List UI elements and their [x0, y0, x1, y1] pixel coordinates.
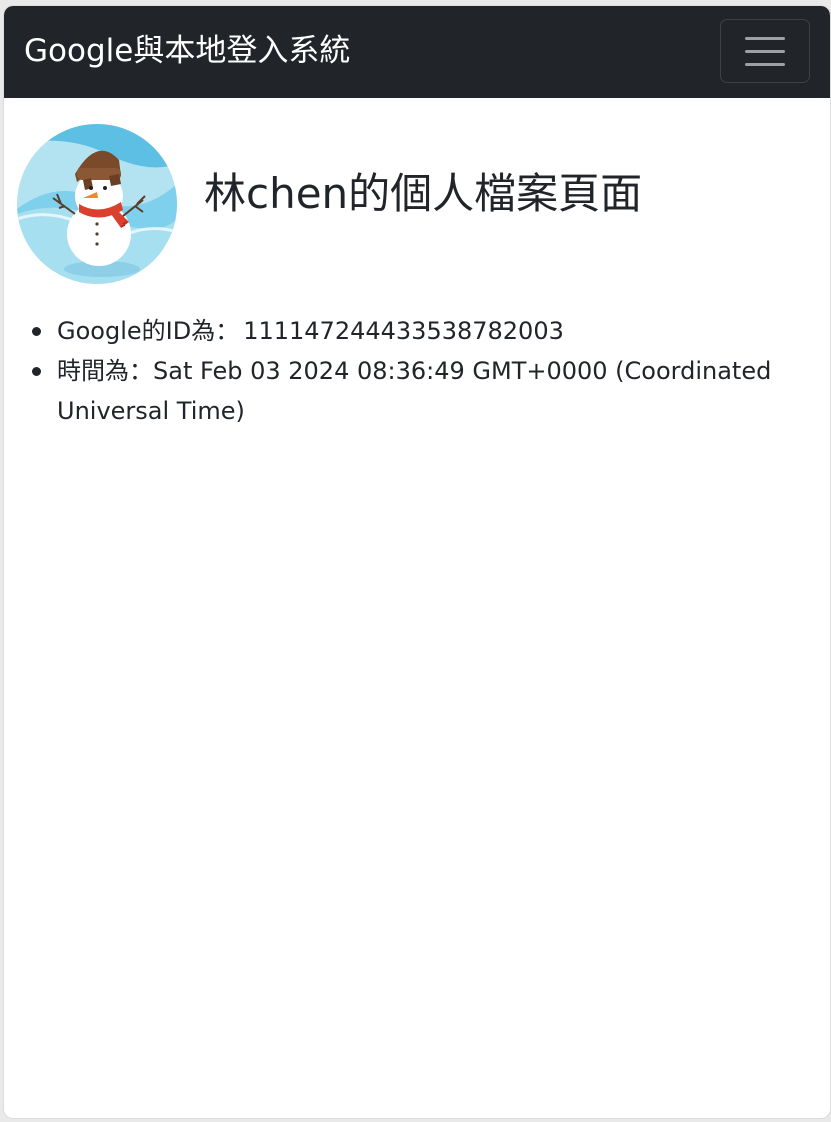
page-title: 林chen的個人檔案頁面 [204, 169, 643, 218]
navbar-brand[interactable]: Google與本地登入系統 [24, 30, 350, 72]
profile-details-list: Google的ID為： 111147244433538782003 時間為：Sat… [4, 311, 779, 431]
browser-viewport: Google與本地登入系統 林chen的個人檔案頁面 Google的ID為： 1… [3, 5, 831, 1119]
google-id-label: Google的ID為： [57, 317, 240, 345]
hamburger-menu-icon-bar [745, 63, 785, 66]
google-id-value: 111147244433538782003 [243, 317, 564, 345]
list-item-google-id: Google的ID為： 111147244433538782003 [32, 311, 779, 351]
time-value: Sat Feb 03 2024 08:36:49 GMT+0000 (Coord… [57, 357, 772, 425]
snowman-avatar [17, 124, 177, 284]
hamburger-menu-icon [745, 37, 785, 40]
navbar-toggle-button[interactable] [720, 19, 810, 83]
navbar: Google與本地登入系統 [4, 6, 830, 98]
list-item-time: 時間為：Sat Feb 03 2024 08:36:49 GMT+0000 (C… [32, 351, 779, 431]
time-label: 時間為： [57, 357, 153, 385]
hamburger-menu-icon-bar [745, 50, 785, 53]
